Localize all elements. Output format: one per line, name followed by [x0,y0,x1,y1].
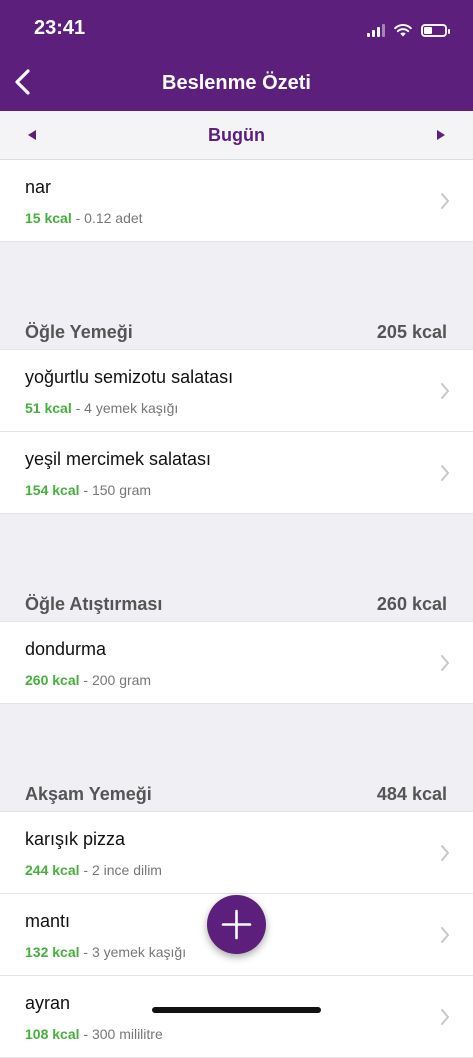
chevron-right-icon [441,655,449,671]
section-title: Öğle Yemeği [25,322,133,342]
date-label[interactable]: Bugün [0,125,473,146]
food-amount: - 0.12 adet [71,210,143,226]
triangle-right-icon[interactable] [433,127,449,143]
plus-icon [221,909,252,940]
food-meta: 260 kcal - 200 gram [25,672,151,688]
date-navigator: Bugün [0,111,473,160]
food-amount: - 300 mililitre [79,1026,163,1042]
list-item[interactable]: ayran 108 kcal - 300 mililitre [0,976,473,1058]
section-title: Öğle Atıştırması [25,594,163,614]
food-kcal: 132 kcal [25,944,80,960]
food-meta: 132 kcal - 3 yemek kaşığı [25,944,186,960]
add-food-button[interactable] [207,895,266,954]
status-icons [367,20,450,40]
food-name: yoğurtlu semizotu salatası [25,367,234,387]
food-meta: 244 kcal - 2 ince dilim [25,862,162,878]
food-name: yeşil mercimek salatası [25,449,212,469]
chevron-right-icon [441,1009,449,1025]
food-kcal: 260 kcal [25,672,80,688]
food-kcal: 51 kcal [25,400,72,416]
home-indicator [152,1007,321,1013]
food-name: ayran [25,993,71,1013]
section-header-ogle-atistirmasi: Öğle Atıştırması 260 kcal [0,584,473,622]
chevron-right-icon [441,465,449,481]
food-amount: - 150 gram [79,482,152,498]
list-item[interactable]: nar 15 kcal - 0.12 adet [0,160,473,242]
food-kcal: 244 kcal [25,862,80,878]
food-kcal: 108 kcal [25,1026,80,1042]
wifi-icon [394,24,412,37]
section-total: 205 kcal [376,322,447,342]
section-header-ogle-yemegi: Öğle Yemeği 205 kcal [0,312,473,350]
list-item[interactable]: yeşil mercimek salatası 154 kcal - 150 g… [0,432,473,514]
food-amount: - 200 gram [79,672,152,688]
section-total: 260 kcal [376,594,447,614]
page-title: Beslenme Özeti [162,72,311,94]
section-total: 484 kcal [376,784,447,804]
food-amount: - 2 ince dilim [79,862,162,878]
food-name: karışık pizza [25,829,126,849]
chevron-right-icon [441,193,449,209]
section-title: Akşam Yemeği [25,784,152,804]
food-amount: - 3 yemek kaşığı [79,944,187,960]
list-item[interactable]: karışık pizza 244 kcal - 2 ince dilim [0,812,473,894]
food-amount: - 4 yemek kaşığı [71,400,179,416]
food-name: dondurma [25,639,107,659]
chevron-right-icon [441,927,449,943]
food-name: mantı [25,911,71,931]
list-item[interactable]: dondurma 260 kcal - 200 gram [0,622,473,704]
signal-icon [367,23,385,37]
status-time: 23:41 [34,17,86,39]
food-kcal: 15 kcal [25,210,72,226]
food-meta: 15 kcal - 0.12 adet [25,210,143,226]
food-kcal: 154 kcal [25,482,80,498]
food-meta: 154 kcal - 150 gram [25,482,151,498]
chevron-right-icon [441,383,449,399]
section-header-aksam-yemegi: Akşam Yemeği 484 kcal [0,774,473,812]
chevron-right-icon [441,845,449,861]
food-meta: 51 kcal - 4 yemek kaşığı [25,400,178,416]
top-bar: 23:41 Beslenme Özeti [0,0,473,111]
battery-level [424,26,432,34]
battery-icon [421,23,450,37]
list-item[interactable]: yoğurtlu semizotu salatası 51 kcal - 4 y… [0,350,473,432]
food-name: nar [25,177,52,197]
food-meta: 108 kcal - 300 mililitre [25,1026,163,1042]
